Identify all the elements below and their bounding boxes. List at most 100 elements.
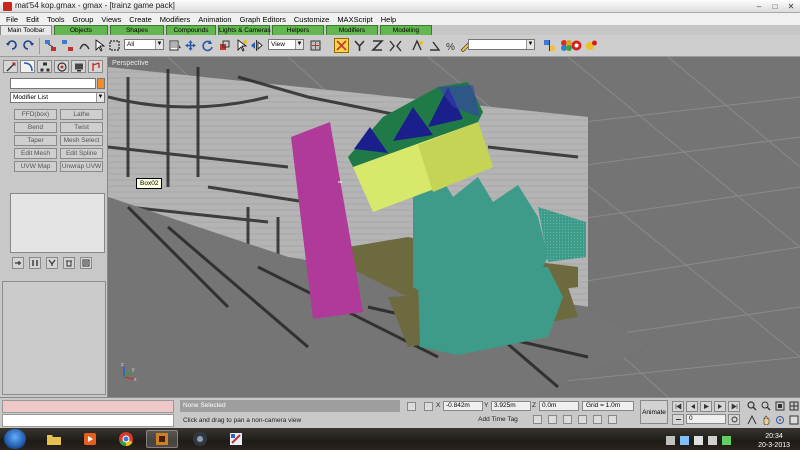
menu-create[interactable]: Create <box>125 15 156 24</box>
motion-tab-icon[interactable] <box>54 60 69 73</box>
restrict-to-z-icon[interactable] <box>370 38 385 53</box>
time-tag-icon-4[interactable] <box>593 415 602 424</box>
previous-frame-icon[interactable] <box>686 401 698 412</box>
display-tab-icon[interactable] <box>71 60 86 73</box>
time-tag-box-icon[interactable] <box>533 415 542 424</box>
volume-icon[interactable] <box>694 436 703 445</box>
maxscript-listener-input[interactable] <box>2 414 174 427</box>
y-coordinate-field[interactable]: 3.925m <box>491 401 531 411</box>
edit-spline-button[interactable]: Edit Spline <box>60 148 103 159</box>
time-tag-icon-3[interactable] <box>578 415 587 424</box>
key-mode-icon[interactable] <box>672 414 684 425</box>
tab-modifiers[interactable]: Modifiers <box>326 25 378 35</box>
tab-modeling[interactable]: Modeling <box>380 25 432 35</box>
render-scene-icon[interactable] <box>569 38 584 53</box>
create-tab-icon[interactable] <box>3 60 18 73</box>
quick-render-icon[interactable] <box>584 38 599 53</box>
mesh-select-button[interactable]: Mesh Select <box>60 135 103 146</box>
pivot-point-center-icon[interactable] <box>308 38 323 53</box>
menu-tools[interactable]: Tools <box>43 15 69 24</box>
action-center-icon[interactable] <box>708 436 717 445</box>
unwrap-uvw-button[interactable]: Unwrap UVW <box>60 161 103 172</box>
play-icon[interactable] <box>700 401 712 412</box>
named-selection-sets-dropdown[interactable]: ▼ <box>468 39 535 50</box>
zoom-icon[interactable] <box>746 400 758 412</box>
snap-toggle-icon[interactable] <box>410 38 425 53</box>
time-tag-icon-5[interactable] <box>608 415 617 424</box>
restrict-to-xy-icon[interactable] <box>334 38 349 53</box>
modifier-stack[interactable] <box>10 193 105 253</box>
twist-button[interactable]: Twist <box>60 122 103 133</box>
menu-edit[interactable]: Edit <box>22 15 43 24</box>
time-tag-icon-2[interactable] <box>563 415 572 424</box>
time-configuration-icon[interactable] <box>728 414 740 425</box>
gmax-taskbar-icon[interactable] <box>146 430 178 448</box>
maximize-button[interactable]: □ <box>768 1 782 12</box>
menu-views[interactable]: Views <box>97 15 125 24</box>
uvw-map-button[interactable]: UVW Map <box>14 161 57 172</box>
menu-file[interactable]: File <box>2 15 22 24</box>
maximize-viewport-icon[interactable] <box>788 414 800 426</box>
utilities-tab-icon[interactable] <box>88 60 103 73</box>
taper-button[interactable]: Taper <box>14 135 57 146</box>
undo-icon[interactable] <box>4 38 19 53</box>
ffd-box-button[interactable]: FFD(box) <box>14 109 57 120</box>
minimize-button[interactable]: – <box>752 1 766 12</box>
x-coordinate-field[interactable]: -0.842m <box>443 401 483 411</box>
restrict-to-y-icon[interactable] <box>352 38 367 53</box>
tab-helpers[interactable]: Helpers <box>272 25 324 35</box>
select-and-scale-icon[interactable] <box>217 38 232 53</box>
chrome-taskbar-icon[interactable] <box>110 430 142 448</box>
field-of-view-icon[interactable] <box>746 414 758 426</box>
bend-button[interactable]: Bend <box>14 122 57 133</box>
selection-filter-dropdown[interactable]: All ▼ <box>124 39 164 50</box>
select-and-move-icon[interactable] <box>183 38 198 53</box>
restrict-to-plane-icon[interactable] <box>388 38 403 53</box>
bind-space-warp-icon[interactable] <box>77 38 92 53</box>
close-button[interactable]: ✕ <box>784 1 798 12</box>
align-icon[interactable] <box>542 38 557 53</box>
tab-lights-cameras[interactable]: Lights & Cameras <box>218 25 271 35</box>
animate-button[interactable]: Animate <box>640 400 668 424</box>
region-select-icon[interactable] <box>107 38 122 53</box>
time-tag-icon[interactable] <box>548 415 557 424</box>
explorer-taskbar-icon[interactable] <box>38 430 70 448</box>
object-name-field[interactable] <box>10 78 96 89</box>
absolute-mode-icon[interactable] <box>424 402 433 411</box>
select-and-link-icon[interactable] <box>43 38 58 53</box>
menu-group[interactable]: Group <box>69 15 98 24</box>
menu-maxscript[interactable]: MAXScript <box>333 15 376 24</box>
zoom-all-icon[interactable] <box>760 400 772 412</box>
zoom-extents-icon[interactable] <box>774 400 786 412</box>
arc-rotate-icon[interactable] <box>774 414 786 426</box>
battery-icon[interactable] <box>722 436 731 445</box>
start-button[interactable] <box>4 429 26 449</box>
tab-shapes[interactable]: Shapes <box>110 25 164 35</box>
unlink-icon[interactable] <box>60 38 75 53</box>
z-coordinate-field[interactable]: 0.0m <box>539 401 579 411</box>
lock-selection-icon[interactable] <box>407 402 416 411</box>
current-frame-field[interactable]: 0 <box>686 414 726 424</box>
maxscript-listener-output[interactable] <box>2 400 174 413</box>
select-and-rotate-icon[interactable] <box>200 38 215 53</box>
tab-main-toolbar[interactable]: Main Toolbar <box>0 25 52 35</box>
make-unique-icon[interactable] <box>46 257 58 269</box>
zoom-extents-all-icon[interactable] <box>788 400 800 412</box>
pin-stack-icon[interactable] <box>12 257 24 269</box>
network-icon[interactable] <box>680 436 689 445</box>
show-end-result-icon[interactable] <box>29 257 41 269</box>
goto-start-icon[interactable] <box>672 401 684 412</box>
media-player-taskbar-icon[interactable] <box>74 430 106 448</box>
tab-objects[interactable]: Objects <box>54 25 108 35</box>
lathe-button[interactable]: Lathe <box>60 109 103 120</box>
remove-modifier-icon[interactable] <box>63 257 75 269</box>
menu-modifiers[interactable]: Modifiers <box>156 15 194 24</box>
modify-tab-icon[interactable] <box>20 60 35 73</box>
tray-arrow-icon[interactable] <box>666 436 675 445</box>
goto-end-icon[interactable] <box>728 401 740 412</box>
menu-help[interactable]: Help <box>377 15 400 24</box>
edit-mesh-button[interactable]: Edit Mesh <box>14 148 57 159</box>
angle-snap-icon[interactable] <box>427 38 442 53</box>
pan-icon[interactable] <box>760 414 772 426</box>
mirror-icon[interactable] <box>249 38 264 53</box>
